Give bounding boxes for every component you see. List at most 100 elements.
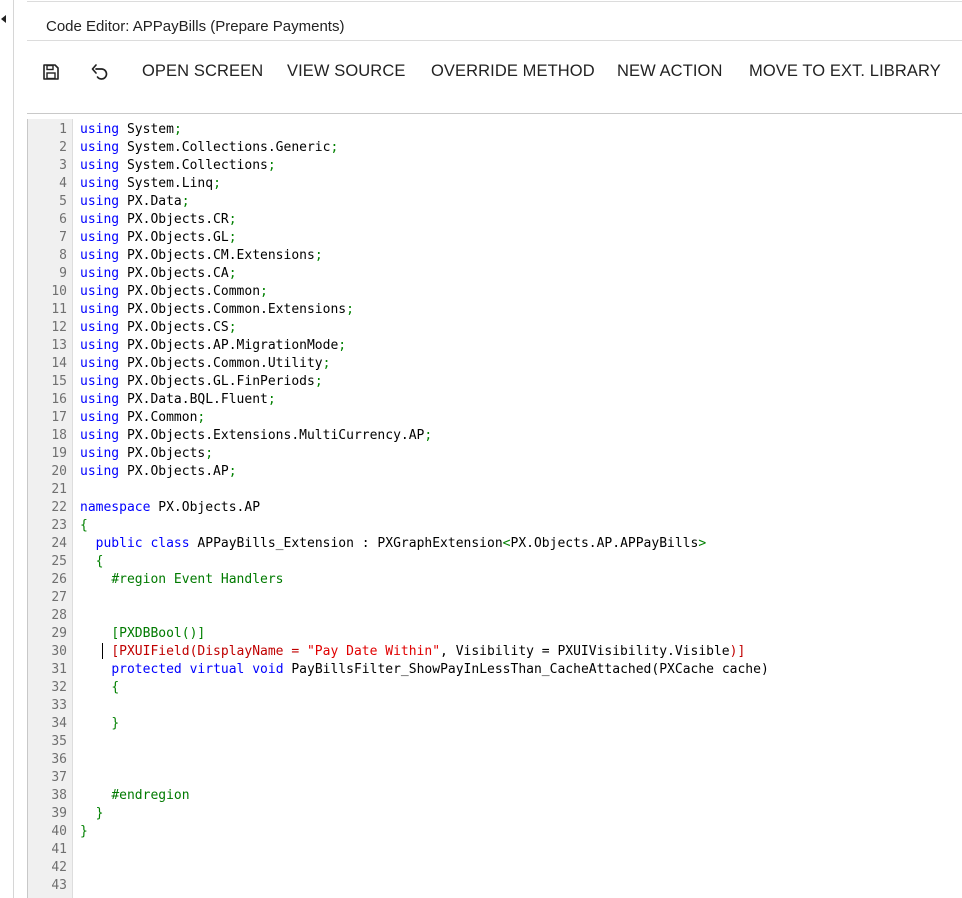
code-line[interactable]: 14 using PX.Objects.Common.Utility;: [28, 355, 962, 373]
undo-button[interactable]: [90, 63, 110, 86]
code-line[interactable]: 21: [28, 481, 962, 499]
line-number: 1: [59, 122, 67, 137]
line-number: 17: [51, 410, 67, 425]
toolbar: OPEN SCREEN VIEW SOURCE OVERRIDE METHOD …: [27, 41, 962, 113]
override-method-button[interactable]: OVERRIDE METHOD: [431, 62, 595, 81]
line-number: 33: [51, 698, 67, 713]
line-number: 13: [51, 338, 67, 353]
code-editor[interactable]: 1 using System; 2 using System.Collections.…: [27, 119, 962, 898]
line-number: 21: [51, 482, 67, 497]
text-cursor: [102, 643, 103, 659]
code-text: using PX.Objects.AP.MigrationMode;: [80, 338, 347, 353]
line-number: 6: [59, 212, 67, 227]
code-text: using PX.Objects.GL;: [80, 230, 237, 245]
line-number: 29: [51, 626, 67, 641]
code-line[interactable]: 1 using System;: [28, 121, 962, 139]
code-line[interactable]: 4 using System.Linq;: [28, 175, 962, 193]
line-number: 3: [59, 158, 67, 173]
code-line[interactable]: 11 using PX.Objects.Common.Extensions;: [28, 301, 962, 319]
new-action-button[interactable]: NEW ACTION: [617, 62, 723, 81]
code-line[interactable]: 41: [28, 841, 962, 859]
code-lines: 1 using System; 2 using System.Collections.…: [28, 121, 962, 895]
code-line[interactable]: 18 using PX.Objects.Extensions.MultiCurre…: [28, 427, 962, 445]
code-line[interactable]: 7 using PX.Objects.GL;: [28, 229, 962, 247]
collapse-arrow-icon[interactable]: [1, 15, 6, 23]
code-line[interactable]: 27: [28, 589, 962, 607]
code-text: using PX.Objects.Extensions.MultiCurrenc…: [80, 428, 433, 443]
code-text: }: [80, 824, 88, 839]
view-source-button[interactable]: VIEW SOURCE: [287, 62, 405, 81]
code-line[interactable]: 19 using PX.Objects;: [28, 445, 962, 463]
code-line[interactable]: 3 using System.Collections;: [28, 157, 962, 175]
line-number: 34: [51, 716, 67, 731]
code-line[interactable]: 10 using PX.Objects.Common;: [28, 283, 962, 301]
code-line[interactable]: 2 using System.Collections.Generic;: [28, 139, 962, 157]
code-line[interactable]: 28: [28, 607, 962, 625]
line-number: 9: [59, 266, 67, 281]
toolbar-divider: [27, 113, 962, 114]
code-line[interactable]: 26 #region Event Handlers: [28, 571, 962, 589]
code-text: protected virtual void PayBillsFilter_Sh…: [111, 662, 769, 677]
line-number: 23: [51, 518, 67, 533]
code-line[interactable]: 23 {: [28, 517, 962, 535]
code-line[interactable]: 9 using PX.Objects.CA;: [28, 265, 962, 283]
line-number: 42: [51, 860, 67, 875]
code-line[interactable]: 17 using PX.Common;: [28, 409, 962, 427]
line-number: 41: [51, 842, 67, 857]
code-line[interactable]: 13 using PX.Objects.AP.MigrationMode;: [28, 337, 962, 355]
code-text: #region Event Handlers: [111, 572, 284, 587]
code-line[interactable]: 42: [28, 859, 962, 877]
code-text: {: [80, 518, 88, 533]
code-text: using PX.Common;: [80, 410, 206, 425]
code-line[interactable]: 6 using PX.Objects.CR;: [28, 211, 962, 229]
line-number: 30: [51, 644, 67, 659]
code-line[interactable]: 32 {: [28, 679, 962, 697]
code-line[interactable]: 30 [PXUIField(DisplayName = "Pay Date Wi…: [28, 643, 962, 661]
code-text: using PX.Objects.CM.Extensions;: [80, 248, 323, 263]
code-line[interactable]: 25 {: [28, 553, 962, 571]
line-number: 2: [59, 140, 67, 155]
code-line[interactable]: 33: [28, 697, 962, 715]
code-line[interactable]: 15 using PX.Objects.GL.FinPeriods;: [28, 373, 962, 391]
code-line[interactable]: 43: [28, 877, 962, 895]
code-line[interactable]: 39 }: [28, 805, 962, 823]
code-line[interactable]: 12 using PX.Objects.CS;: [28, 319, 962, 337]
line-number: 14: [51, 356, 67, 371]
code-line[interactable]: 22 namespace PX.Objects.AP: [28, 499, 962, 517]
code-text: using PX.Objects.CA;: [80, 266, 237, 281]
code-text: }: [95, 806, 104, 821]
code-text: using PX.Objects.Common.Utility;: [80, 356, 331, 371]
left-panel-strip: [0, 0, 14, 898]
line-number: 31: [51, 662, 67, 677]
code-line[interactable]: 38 #endregion: [28, 787, 962, 805]
code-line[interactable]: 29 [PXDBBool()]: [28, 625, 962, 643]
code-line[interactable]: 31 protected virtual void PayBillsFilter…: [28, 661, 962, 679]
save-button[interactable]: [42, 63, 60, 86]
code-line[interactable]: 35: [28, 733, 962, 751]
code-line[interactable]: 36: [28, 751, 962, 769]
line-number: 26: [51, 572, 67, 587]
line-number: 39: [51, 806, 67, 821]
move-to-ext-library-button[interactable]: MOVE TO EXT. LIBRARY: [749, 62, 941, 81]
code-line[interactable]: 16 using PX.Data.BQL.Fluent;: [28, 391, 962, 409]
code-text: using PX.Objects.AP;: [80, 464, 237, 479]
code-text: using System;: [80, 122, 182, 137]
line-number: 35: [51, 734, 67, 749]
code-line[interactable]: 5 using PX.Data;: [28, 193, 962, 211]
line-number: 19: [51, 446, 67, 461]
code-text: namespace PX.Objects.AP: [80, 500, 261, 515]
code-line[interactable]: 37: [28, 769, 962, 787]
line-number: 36: [51, 752, 67, 767]
line-number: 20: [51, 464, 67, 479]
code-line[interactable]: 34 }: [28, 715, 962, 733]
line-number: 22: [51, 500, 67, 515]
code-line[interactable]: 24 public class APPayBills_Extension : P…: [28, 535, 962, 553]
code-line[interactable]: 8 using PX.Objects.CM.Extensions;: [28, 247, 962, 265]
line-number: 25: [51, 554, 67, 569]
code-line[interactable]: 40}: [28, 823, 962, 841]
code-text: using PX.Objects.CS;: [80, 320, 237, 335]
line-number: 32: [51, 680, 67, 695]
code-line[interactable]: 20 using PX.Objects.AP;: [28, 463, 962, 481]
code-text: public class APPayBills_Extension : PXGr…: [95, 536, 707, 551]
open-screen-button[interactable]: OPEN SCREEN: [142, 62, 263, 81]
